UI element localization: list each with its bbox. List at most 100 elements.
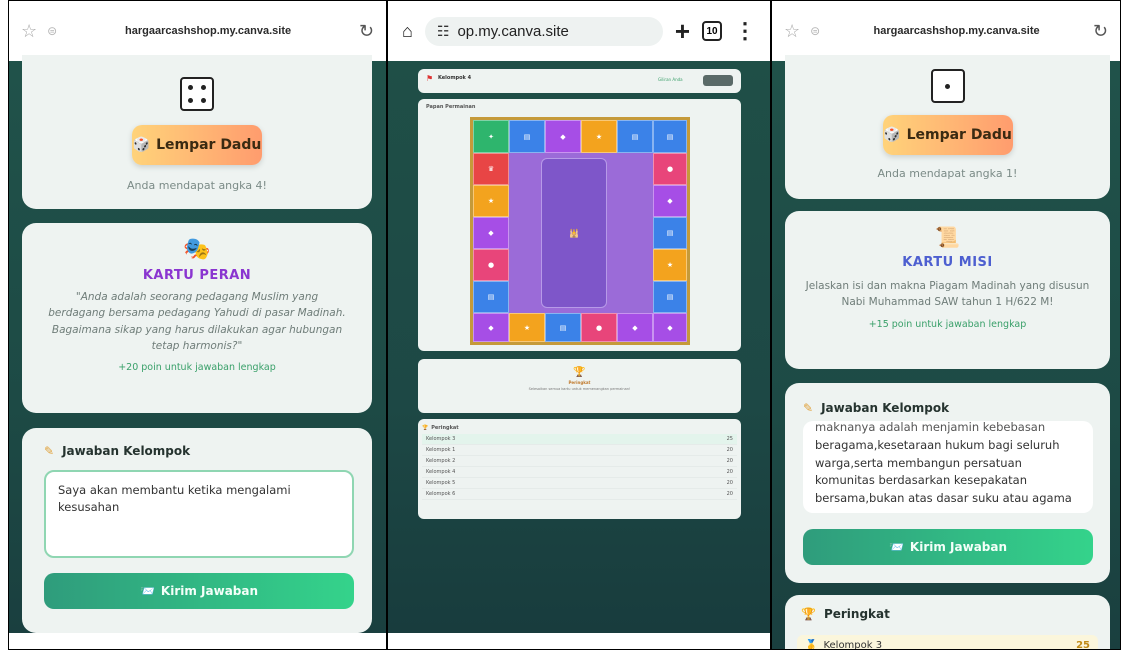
board-tile[interactable]: ◆: [473, 217, 509, 249]
url-text[interactable]: hargaarcashshop.my.canva.site: [830, 25, 1083, 37]
ranking-card: 🏆 Peringkat Kelompok 3 25 Kelompok 1 20 Ke…: [418, 419, 741, 519]
scroll-icon: 📜: [935, 225, 960, 249]
ranking-card: 🏆 Peringkat 🥇 Kelompok 3 25: [785, 595, 1110, 650]
board-tile[interactable]: ▤: [653, 120, 687, 153]
header-action-button[interactable]: [703, 75, 733, 86]
roll-dice-button[interactable]: 🎲 Lempar Dadu: [882, 115, 1013, 155]
page-background: 🎲 Lempar Dadu Anda mendapat angka 4! 🎭 K…: [9, 55, 386, 633]
board-tile[interactable]: ▤: [509, 120, 545, 153]
board-tile[interactable]: ◆: [545, 120, 581, 153]
dice-icon: 🎲: [883, 127, 901, 143]
site-info-icon[interactable]: ⊜: [810, 24, 820, 38]
screen-1: ☆ ⊜ hargaarcashshop.my.canva.site ↻ 🎲 Le…: [8, 0, 387, 650]
url-text[interactable]: op.my.canva.site: [457, 23, 568, 40]
mosque-icon: 🕌: [569, 228, 579, 238]
answer-card-title: Jawaban Kelompok: [62, 444, 191, 458]
board-tile[interactable]: ★: [473, 185, 509, 217]
board-tile[interactable]: ✦: [473, 120, 509, 153]
ranking-title: 🏆 Peringkat: [422, 425, 737, 431]
pencil-icon: ✎: [44, 444, 55, 458]
role-card-title: KARTU PERAN: [142, 268, 252, 283]
role-mask-icon: 🎭: [183, 237, 211, 262]
submit-answer-label: Kirim Jawaban: [160, 584, 259, 598]
trophy-icon: 🏆: [801, 607, 816, 621]
board-title: Papan Permainan: [426, 104, 476, 110]
role-card: 🎭 KARTU PERAN "Anda adalah seorang pedag…: [22, 223, 372, 413]
rank-name: Kelompok 5: [426, 480, 456, 486]
address-bar: ☆ ⊜ hargaarcashshop.my.canva.site ↻: [9, 1, 386, 61]
tab-count-icon[interactable]: 10: [702, 21, 722, 41]
rank-score: 20: [726, 480, 733, 486]
board-tile[interactable]: ◆: [653, 185, 687, 217]
rank-score: 25: [726, 436, 733, 442]
rank-name: Kelompok 4: [426, 469, 456, 475]
roll-dice-button[interactable]: 🎲 Lempar Dadu: [132, 125, 262, 165]
ranking-title-text: Peringkat: [431, 425, 459, 431]
rank-score: 20: [726, 458, 733, 464]
answer-card: ✎ Jawaban Kelompok Saya akan membantu ke…: [22, 428, 372, 633]
answer-textarea[interactable]: Saya akan membantu ketika mengalami kesu…: [44, 470, 354, 558]
board-tile[interactable]: ▤: [653, 281, 687, 313]
group-name: Kelompok 4: [438, 75, 472, 81]
star-icon[interactable]: ☆: [784, 21, 800, 42]
answer-textarea[interactable]: maknanya adalah menjamin kebebasan berag…: [803, 421, 1093, 513]
answer-text: beragama,kesetaraan hukum bagi seluruh w…: [815, 437, 1072, 506]
site-settings-icon[interactable]: ☷: [437, 23, 450, 40]
submit-answer-label: Kirim Jawaban: [909, 540, 1008, 554]
ranking-row: Kelompok 3 25: [422, 434, 737, 445]
roll-dice-label: Lempar Dadu: [906, 127, 1012, 143]
game-header: ⚑ Kelompok 4 Giliran Anda: [418, 69, 741, 93]
flag-icon: ⚑: [426, 74, 434, 83]
winner-subtitle: Selesaikan semua kartu untuk memenangkan…: [528, 387, 631, 391]
board-tile[interactable]: ▤: [653, 217, 687, 249]
board-tile[interactable]: ●: [653, 153, 687, 185]
reload-icon[interactable]: ↻: [1093, 21, 1108, 42]
board-tile[interactable]: ◆: [653, 313, 687, 342]
mission-card-text: Jelaskan isi dan makna Piagam Madinah ya…: [805, 280, 1090, 309]
url-text[interactable]: hargaarcashshop.my.canva.site: [67, 25, 349, 37]
board-tile[interactable]: ★: [509, 313, 545, 342]
rank-score: 20: [726, 491, 733, 497]
answer-card-title: Jawaban Kelompok: [821, 401, 950, 415]
board-tile[interactable]: ●: [473, 249, 509, 281]
board-tile[interactable]: ★: [581, 120, 617, 153]
board-tile[interactable]: ◆: [617, 313, 653, 342]
board-tile[interactable]: ★: [653, 249, 687, 281]
submit-answer-button[interactable]: 📨 Kirim Jawaban: [44, 573, 354, 609]
submit-answer-button[interactable]: 📨 Kirim Jawaban: [803, 529, 1093, 565]
role-card-points: +20 poin untuk jawaban lengkap: [118, 362, 276, 374]
dice-four-icon: [180, 77, 214, 111]
site-info-icon[interactable]: ⊜: [47, 24, 57, 38]
winner-card: 🏆 Peringkat Selesaikan semua kartu untuk…: [418, 359, 741, 413]
dice-card: 🎲 Lempar Dadu Anda mendapat angka 1!: [785, 55, 1110, 199]
mission-card-points: +15 poin untuk jawaban lengkap: [868, 318, 1027, 330]
star-icon[interactable]: ☆: [21, 21, 37, 42]
answer-card-header: ✎ Jawaban Kelompok: [803, 401, 949, 415]
ranking-row: Kelompok 6 20: [422, 489, 737, 500]
rank-name: Kelompok 3: [426, 436, 456, 442]
more-menu-icon[interactable]: ⋮: [734, 18, 756, 44]
board-tile[interactable]: ◆: [473, 313, 509, 342]
board-tile[interactable]: ▤: [617, 120, 653, 153]
new-tab-icon[interactable]: +: [675, 16, 690, 47]
reload-icon[interactable]: ↻: [359, 21, 374, 42]
dice-icon: 🎲: [132, 137, 151, 153]
board-tile[interactable]: ▤: [545, 313, 581, 342]
board-tile[interactable]: ▤: [473, 281, 509, 313]
trophy-icon: 🏆: [573, 367, 586, 378]
board-tile[interactable]: ♛: [473, 153, 509, 185]
send-icon: 📨: [888, 540, 904, 554]
medal-icon: 🥇: [805, 639, 818, 650]
screenshot-collage: ☆ ⊜ hargaarcashshop.my.canva.site ↻ 🎲 Le…: [0, 0, 1129, 650]
ranking-row: Kelompok 4 20: [422, 467, 737, 478]
dice-one-icon: [930, 69, 965, 103]
board-tile[interactable]: ●: [581, 313, 617, 342]
ranking-row: Kelompok 1 20: [422, 445, 737, 456]
address-bar: ⌂ ☷ op.my.canva.site + 10 ⋮: [388, 1, 770, 61]
send-icon: 📨: [139, 584, 155, 598]
dice-result: Anda mendapat angka 1!: [877, 167, 1018, 180]
page-background: 🎲 Lempar Dadu Anda mendapat angka 1! 📜 K…: [772, 55, 1120, 650]
winner-title: Peringkat: [568, 380, 591, 385]
home-icon[interactable]: ⌂: [402, 21, 413, 42]
url-pill[interactable]: ☷ op.my.canva.site: [424, 16, 663, 46]
